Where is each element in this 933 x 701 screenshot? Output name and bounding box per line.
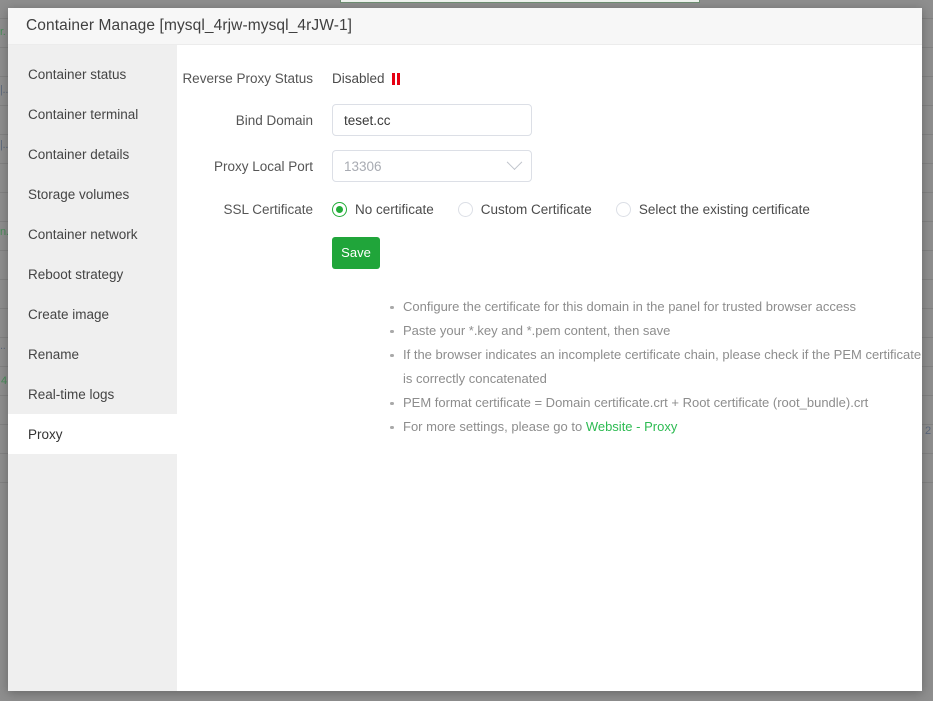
tip-item-link: For more settings, please go to Website … bbox=[390, 415, 922, 439]
sidebar-item-create-image[interactable]: Create image bbox=[8, 294, 177, 334]
ssl-radio-select-the-existing-certificate[interactable]: Select the existing certificate bbox=[616, 202, 810, 217]
background-text-fragment: .. bbox=[0, 340, 6, 352]
status-text: Disabled bbox=[332, 71, 385, 86]
background-toolbar bbox=[340, 0, 700, 3]
ssl-certificate-options: No certificate Custom Certificate Select t… bbox=[332, 202, 834, 217]
background-text-fragment: r. bbox=[0, 26, 6, 38]
radio-unchecked-icon bbox=[458, 202, 473, 217]
ssl-radio-custom-certificate[interactable]: Custom Certificate bbox=[458, 202, 592, 217]
sidebar-item-container-status[interactable]: Container status bbox=[8, 54, 177, 94]
sidebar-item-storage-volumes[interactable]: Storage volumes bbox=[8, 174, 177, 214]
save-field: Save bbox=[332, 237, 380, 269]
sidebar-item-label: Reboot strategy bbox=[28, 267, 123, 282]
bind-domain-label: Bind Domain bbox=[177, 113, 332, 128]
bind-domain-field bbox=[332, 104, 532, 136]
sidebar-item-container-details[interactable]: Container details bbox=[8, 134, 177, 174]
sidebar-item-label: Create image bbox=[28, 307, 109, 322]
proxy-local-port-label: Proxy Local Port bbox=[177, 159, 332, 174]
sidebar-item-proxy[interactable]: Proxy bbox=[8, 414, 177, 454]
tip-item: Configure the certificate for this domai… bbox=[390, 295, 922, 319]
ssl-certificate-label: SSL Certificate bbox=[177, 202, 332, 217]
sidebar-item-container-network[interactable]: Container network bbox=[8, 214, 177, 254]
reverse-proxy-status-label: Reverse Proxy Status bbox=[177, 71, 332, 86]
chevron-down-icon bbox=[507, 154, 523, 170]
dialog-body: Container status Container terminal Contai… bbox=[8, 45, 922, 691]
radio-unchecked-icon bbox=[616, 202, 631, 217]
bind-domain-row: Bind Domain bbox=[177, 104, 922, 136]
tip-item: Paste your *.key and *.pem content, then… bbox=[390, 319, 922, 343]
sidebar-item-label: Rename bbox=[28, 347, 79, 362]
sidebar-item-container-terminal[interactable]: Container terminal bbox=[8, 94, 177, 134]
background-text-fragment: |.. bbox=[0, 139, 8, 151]
sidebar-item-label: Container details bbox=[28, 147, 129, 162]
pause-icon bbox=[392, 73, 401, 85]
sidebar-item-label: Container status bbox=[28, 67, 126, 82]
sidebar-item-reboot-strategy[interactable]: Reboot strategy bbox=[8, 254, 177, 294]
tip-item: If the browser indicates an incomplete c… bbox=[390, 343, 922, 391]
main-content: Reverse Proxy Status Disabled Bind Domai… bbox=[177, 45, 922, 691]
ssl-radio-label: Select the existing certificate bbox=[639, 202, 810, 217]
proxy-local-port-field: 13306 bbox=[332, 150, 532, 182]
radio-checked-icon bbox=[332, 202, 347, 217]
status-badge: Disabled bbox=[332, 71, 400, 86]
sidebar-item-real-time-logs[interactable]: Real-time logs bbox=[8, 374, 177, 414]
tips-list: Configure the certificate for this domai… bbox=[390, 295, 922, 439]
tip-item: PEM format certificate = Domain certific… bbox=[390, 391, 922, 415]
proxy-local-port-value: 13306 bbox=[344, 159, 382, 174]
bind-domain-input[interactable] bbox=[332, 104, 532, 136]
sidebar-item-label: Proxy bbox=[28, 427, 63, 442]
sidebar-item-label: Container network bbox=[28, 227, 138, 242]
save-row: Save bbox=[177, 237, 922, 269]
reverse-proxy-status-field: Disabled bbox=[332, 71, 400, 86]
sidebar: Container status Container terminal Contai… bbox=[8, 45, 177, 691]
container-manage-dialog: Container Manage [mysql_4rjw-mysql_4rJW-… bbox=[8, 8, 922, 691]
tip-link-prefix: For more settings, please go to bbox=[403, 419, 586, 434]
background-text-fragment: |.. bbox=[0, 84, 8, 96]
sidebar-item-label: Storage volumes bbox=[28, 187, 129, 202]
save-button[interactable]: Save bbox=[332, 237, 380, 269]
ssl-certificate-row: SSL Certificate No certificate Custom Cer… bbox=[177, 202, 922, 217]
sidebar-item-label: Container terminal bbox=[28, 107, 138, 122]
proxy-local-port-select[interactable]: 13306 bbox=[332, 150, 532, 182]
reverse-proxy-status-row: Reverse Proxy Status Disabled bbox=[177, 71, 922, 86]
sidebar-item-rename[interactable]: Rename bbox=[8, 334, 177, 374]
proxy-local-port-row: Proxy Local Port 13306 bbox=[177, 150, 922, 182]
page-title: Container Manage [mysql_4rjw-mysql_4rJW-… bbox=[26, 17, 352, 35]
ssl-radio-label: No certificate bbox=[355, 202, 434, 217]
ssl-radio-no-certificate[interactable]: No certificate bbox=[332, 202, 434, 217]
dialog-header: Container Manage [mysql_4rjw-mysql_4rJW-… bbox=[8, 8, 922, 45]
background-text-fragment: 2 bbox=[925, 425, 931, 437]
ssl-radio-label: Custom Certificate bbox=[481, 202, 592, 217]
background-text-fragment: 4 bbox=[1, 375, 7, 387]
sidebar-item-label: Real-time logs bbox=[28, 387, 114, 402]
website-proxy-link[interactable]: Website - Proxy bbox=[586, 419, 678, 434]
